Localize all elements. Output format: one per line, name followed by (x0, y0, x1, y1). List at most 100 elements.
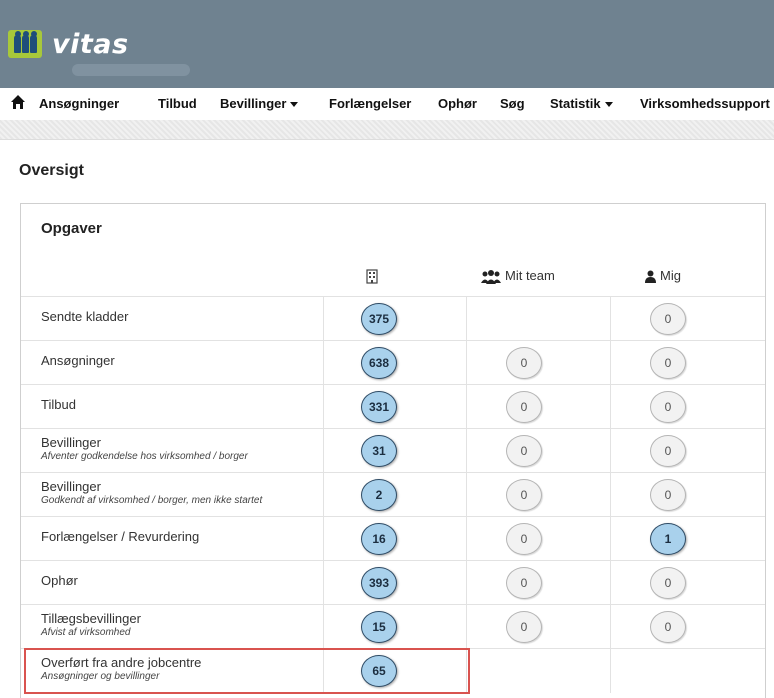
nav-ophoer[interactable]: Ophør (438, 96, 477, 111)
task-row: Forlængelser / Revurdering 16 0 1 (21, 516, 765, 561)
panel-title: Opgaver (41, 220, 102, 237)
nav-bevillinger[interactable]: Bevillinger (220, 96, 299, 111)
task-label: Bevillinger Afventer godkendelse hos virk… (41, 435, 248, 462)
column-header-team: Mit team (481, 268, 555, 284)
all-count-bubble[interactable]: 2 (361, 479, 397, 511)
me-count-bubble[interactable]: 0 (650, 435, 686, 467)
task-title: Overført fra andre jobcentre (41, 655, 202, 670)
nav-forlaengelser[interactable]: Forlængelser (329, 96, 411, 111)
task-title: Tillægsbevillinger (41, 611, 141, 626)
column-divider (466, 297, 467, 341)
nav-tilbud[interactable]: Tilbud (158, 96, 197, 111)
task-label: Ophør (41, 573, 78, 588)
subnav-stripe (0, 120, 774, 140)
column-divider (323, 341, 324, 385)
me-count-bubble[interactable]: 0 (650, 479, 686, 511)
all-count-bubble[interactable]: 638 (361, 347, 397, 379)
brand-name: vitas (52, 29, 129, 60)
team-count-bubble[interactable]: 0 (506, 391, 542, 423)
column-divider (610, 429, 611, 473)
column-divider (466, 605, 467, 649)
column-divider (466, 473, 467, 517)
main-navigation: Ansøgninger Tilbud Bevillinger Forlængel… (0, 88, 774, 120)
team-icon (481, 269, 501, 284)
task-subtitle: Ansøgninger og bevillinger (41, 671, 160, 682)
task-title: Sendte kladder (41, 309, 129, 324)
column-divider (466, 429, 467, 473)
column-divider (610, 561, 611, 605)
column-divider (466, 341, 467, 385)
task-row: Ansøgninger 638 0 0 (21, 340, 765, 385)
task-label: Forlængelser / Revurdering (41, 529, 199, 544)
me-count-bubble[interactable]: 0 (650, 391, 686, 423)
column-divider (323, 429, 324, 473)
task-row: Tilbud 331 0 0 (21, 384, 765, 429)
team-count-bubble[interactable]: 0 (506, 479, 542, 511)
column-divider (610, 341, 611, 385)
column-divider (323, 473, 324, 517)
column-divider (610, 385, 611, 429)
task-row: Sendte kladder 375 0 (21, 296, 765, 341)
home-icon[interactable] (10, 94, 26, 110)
all-count-bubble[interactable]: 16 (361, 523, 397, 555)
all-count-bubble[interactable]: 375 (361, 303, 397, 335)
task-title: Bevillinger (41, 479, 101, 494)
column-divider (466, 517, 467, 561)
caret-down-icon (604, 102, 613, 108)
column-header-all (366, 268, 382, 284)
column-divider (610, 473, 611, 517)
column-divider (466, 561, 467, 605)
column-divider (610, 605, 611, 649)
task-label: Tilbud (41, 397, 76, 412)
me-count-bubble[interactable]: 0 (650, 303, 686, 335)
building-icon (366, 269, 378, 284)
team-count-bubble[interactable]: 0 (506, 347, 542, 379)
all-count-bubble[interactable]: 393 (361, 567, 397, 599)
task-label: Ansøgninger (41, 353, 115, 368)
team-count-bubble[interactable]: 0 (506, 611, 542, 643)
task-row: Ophør 393 0 0 (21, 560, 765, 605)
column-divider (610, 517, 611, 561)
team-count-bubble[interactable]: 0 (506, 435, 542, 467)
all-count-bubble[interactable]: 65 (361, 655, 397, 687)
page-title: Oversigt (19, 162, 84, 179)
me-count-bubble[interactable]: 0 (650, 567, 686, 599)
user-icon (645, 270, 656, 284)
team-count-bubble[interactable]: 0 (506, 567, 542, 599)
task-label: Bevillinger Godkendt af virksomhed / borg… (41, 479, 262, 506)
me-count-bubble[interactable]: 0 (650, 347, 686, 379)
task-title: Tilbud (41, 397, 76, 412)
app-header: vitas (0, 0, 774, 88)
task-label: Tillægsbevillinger Afvist af virksomhed (41, 611, 141, 638)
all-count-bubble[interactable]: 15 (361, 611, 397, 643)
all-count-bubble[interactable]: 31 (361, 435, 397, 467)
column-divider (323, 561, 324, 605)
task-row: Bevillinger Afventer godkendelse hos virk… (21, 428, 765, 473)
task-label: Overført fra andre jobcentre Ansøgninger … (41, 655, 201, 682)
vitas-logo-icon[interactable] (8, 30, 42, 58)
task-subtitle: Afvist af virksomhed (41, 627, 131, 638)
column-divider (466, 385, 467, 429)
column-divider (323, 605, 324, 649)
nav-soeg[interactable]: Søg (500, 96, 525, 111)
task-row: Bevillinger Godkendt af virksomhed / borg… (21, 472, 765, 517)
all-count-bubble[interactable]: 331 (361, 391, 397, 423)
me-count-bubble[interactable]: 1 (650, 523, 686, 555)
task-subtitle: Godkendt af virksomhed / borger, men ikk… (41, 495, 263, 506)
column-divider (323, 517, 324, 561)
column-header-me: Mig (645, 268, 681, 284)
team-count-bubble[interactable]: 0 (506, 523, 542, 555)
column-divider (610, 297, 611, 341)
nav-ansoegninger[interactable]: Ansøgninger (39, 96, 119, 111)
tasks-panel: Opgaver Mit team Mig Sendte kladder 375 0 A… (20, 203, 766, 698)
me-count-bubble[interactable]: 0 (650, 611, 686, 643)
task-title: Ophør (41, 573, 78, 588)
nav-virksomhedssupport[interactable]: Virksomhedssupport (640, 96, 770, 111)
task-title: Ansøgninger (41, 353, 115, 368)
column-divider (323, 385, 324, 429)
task-label: Sendte kladder (41, 309, 128, 324)
nav-statistik[interactable]: Statistik (550, 96, 613, 111)
task-row: Tillægsbevillinger Afvist af virksomhed 15… (21, 604, 765, 649)
task-title: Bevillinger (41, 435, 101, 450)
column-divider (323, 297, 324, 341)
